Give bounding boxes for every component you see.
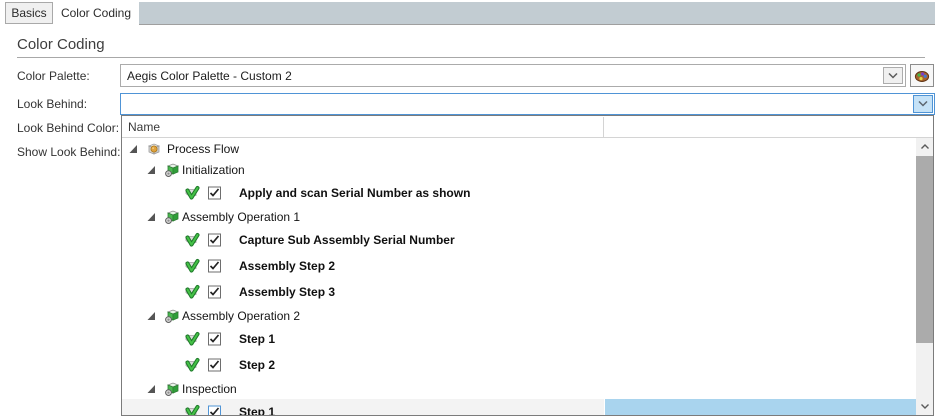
tree-group-row[interactable]: Assembly Operation 2 <box>122 305 916 326</box>
color-palette-label: Color Palette: <box>17 69 90 83</box>
tree-item-label: Assembly Operation 2 <box>182 309 300 323</box>
tree-item-label: Assembly Operation 1 <box>182 210 300 224</box>
tab-color-coding[interactable]: Color Coding <box>53 0 139 25</box>
expander-icon[interactable] <box>147 384 156 393</box>
expander-icon[interactable] <box>129 144 138 153</box>
step-icon <box>184 232 200 248</box>
tree-item-label: Apply and scan Serial Number as shown <box>239 186 470 200</box>
step-icon <box>184 331 200 347</box>
color-palette-combobox[interactable]: Aegis Color Palette - Custom 2 <box>120 64 906 87</box>
step-checkbox[interactable] <box>208 260 221 273</box>
tree-step-row[interactable]: Apply and scan Serial Number as shown <box>122 180 916 206</box>
step-icon <box>184 284 200 300</box>
operation-icon <box>164 308 180 324</box>
look-behind-label: Look Behind: <box>17 97 87 111</box>
palette-icon <box>914 68 930 84</box>
step-checkbox[interactable] <box>208 234 221 247</box>
process-flow-tree: Process Flow Initialization Apply and scan… <box>122 138 916 415</box>
scroll-down-icon[interactable] <box>916 398 933 415</box>
tree-group-row[interactable]: Process Flow <box>122 138 916 159</box>
look-behind-dropdown: Name Process Flow Initialization Apply and… <box>121 115 934 416</box>
step-icon <box>184 357 200 373</box>
step-icon <box>184 185 200 201</box>
tree-step-row[interactable]: Capture Sub Assembly Serial Number <box>122 227 916 253</box>
color-coding-screen: Basics Color Coding Color Coding Color P… <box>0 0 935 416</box>
color-palette-value: Aegis Color Palette - Custom 2 <box>127 65 292 86</box>
tree-item-label: Capture Sub Assembly Serial Number <box>239 233 455 247</box>
grid-header: Name <box>122 116 933 138</box>
step-icon <box>184 258 200 274</box>
page-title: Color Coding <box>17 36 105 53</box>
step-checkbox[interactable] <box>208 286 221 299</box>
look-behind-color-label: Look Behind Color: <box>17 121 119 135</box>
tree-item-label: Assembly Step 3 <box>239 285 335 299</box>
tree-item-label: Step 2 <box>239 358 275 372</box>
palette-picker-button[interactable] <box>910 64 934 87</box>
step-checkbox[interactable] <box>208 406 221 416</box>
scroll-up-icon[interactable] <box>916 138 933 155</box>
scrollbar-thumb[interactable] <box>916 156 933 343</box>
tree-item-label: Assembly Step 2 <box>239 259 335 273</box>
step-checkbox[interactable] <box>208 333 221 346</box>
tree-item-label: Step 1 <box>239 405 275 415</box>
expander-icon[interactable] <box>147 165 156 174</box>
tab-basics[interactable]: Basics <box>5 2 53 24</box>
chevron-down-icon[interactable] <box>883 67 903 84</box>
vertical-scrollbar[interactable] <box>916 138 933 415</box>
tree-step-row[interactable]: Step 1 <box>122 326 916 352</box>
operation-icon <box>164 162 180 178</box>
step-checkbox[interactable] <box>208 359 221 372</box>
tree-item-label: Step 1 <box>239 332 275 346</box>
tree-group-row[interactable]: Assembly Operation 1 <box>122 206 916 227</box>
tree-step-row[interactable]: Assembly Step 3 <box>122 279 916 305</box>
tree-group-row[interactable]: Inspection <box>122 378 916 399</box>
name-column-header[interactable]: Name <box>128 116 160 137</box>
tree-item-label: Inspection <box>182 382 237 396</box>
column-divider[interactable] <box>603 117 604 137</box>
expander-icon[interactable] <box>147 311 156 320</box>
chevron-down-icon[interactable] <box>913 95 933 113</box>
tree-step-row[interactable]: Step 1 <box>122 399 916 415</box>
process-flow-icon <box>146 141 162 157</box>
tree-item-label: Initialization <box>182 163 245 177</box>
heading-divider <box>17 57 925 58</box>
tree-step-row[interactable]: Assembly Step 2 <box>122 253 916 279</box>
show-look-behind-label: Show Look Behind: <box>17 145 120 159</box>
tree-step-row[interactable]: Step 2 <box>122 352 916 378</box>
look-behind-combobox[interactable] <box>120 93 935 115</box>
step-checkbox[interactable] <box>208 187 221 200</box>
step-icon <box>184 404 200 415</box>
operation-icon <box>164 209 180 225</box>
tab-strip-filler <box>139 2 935 25</box>
tree-group-row[interactable]: Initialization <box>122 159 916 180</box>
expander-icon[interactable] <box>147 212 156 221</box>
selected-value-cell <box>605 399 916 415</box>
operation-icon <box>164 381 180 397</box>
tree-item-label: Process Flow <box>167 142 239 156</box>
